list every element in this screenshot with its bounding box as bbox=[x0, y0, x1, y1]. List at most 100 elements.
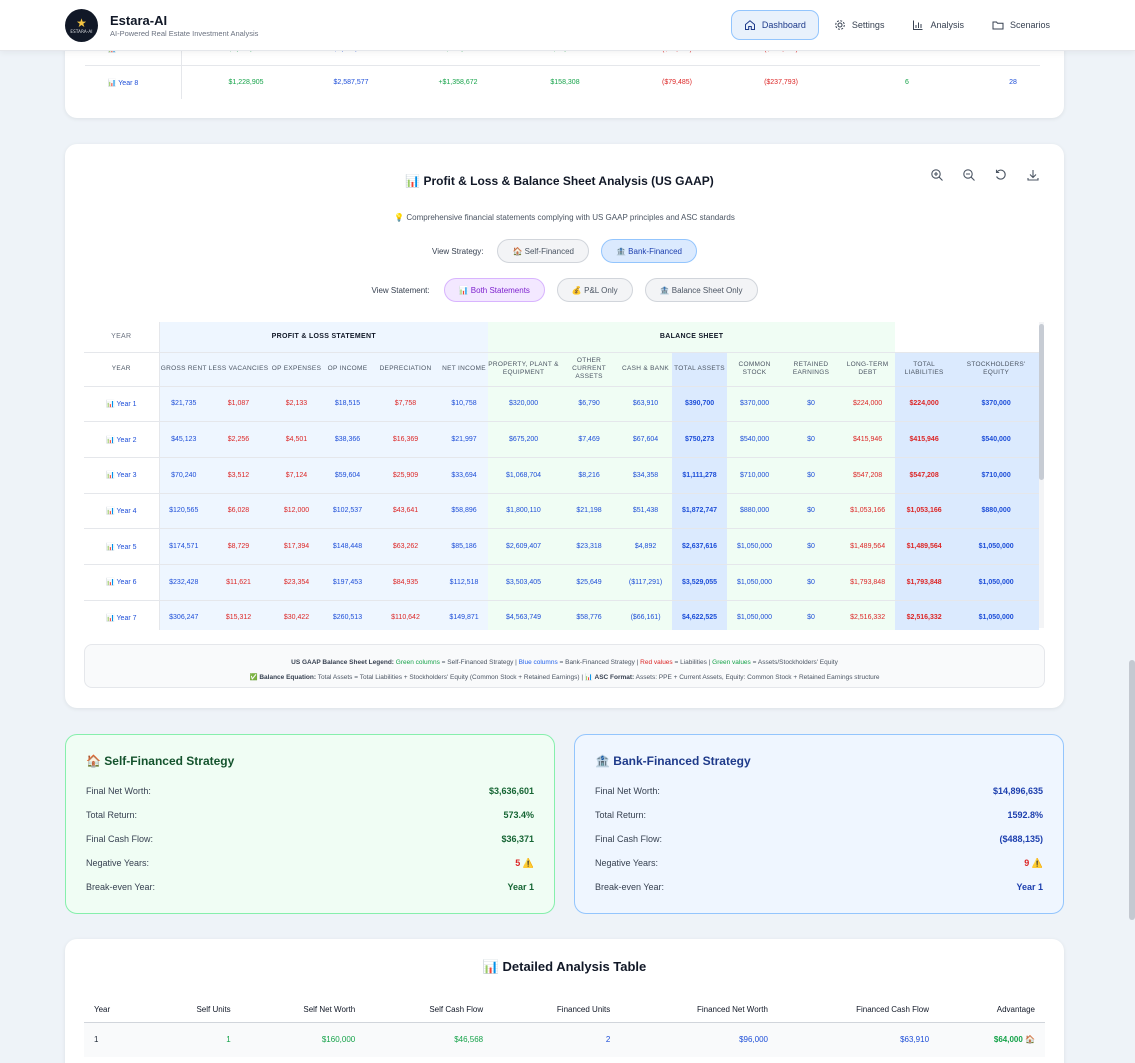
page-scrollbar[interactable] bbox=[1129, 660, 1135, 920]
summary-row: Total Return: 1592.8% bbox=[595, 803, 1043, 827]
value-cell: $232,428 bbox=[159, 564, 208, 601]
column-header[interactable]: Year bbox=[84, 998, 147, 1022]
column-header[interactable]: Advantage bbox=[939, 998, 1045, 1022]
view-strategy-label: View Strategy: bbox=[432, 246, 484, 256]
self-financed-toggle[interactable]: 🏠 Self-Financed bbox=[497, 239, 589, 263]
download-icon[interactable] bbox=[1026, 168, 1040, 182]
table-row: 📊 Year 7 $306,247 $15,312 $30,422 $260,513 $1… bbox=[84, 600, 1040, 630]
year-cell[interactable]: 📊 Year 4 bbox=[84, 493, 160, 530]
column-header[interactable]: Self Cash Flow bbox=[365, 998, 493, 1022]
nav-analysis[interactable]: Analysis bbox=[899, 10, 977, 40]
table-scrollbar-thumb[interactable] bbox=[1039, 324, 1044, 480]
year-cell[interactable]: 📊 Year 5 bbox=[84, 528, 160, 565]
value-cell: $63,910 bbox=[619, 386, 673, 423]
value-cell: $1,793,848 bbox=[895, 564, 954, 601]
nav-dashboard-label: Dashboard bbox=[761, 20, 806, 30]
value-cell: $6,790 bbox=[559, 386, 620, 423]
value-cell: $415,946 bbox=[895, 421, 954, 458]
column-header[interactable]: STOCKHOLDERS' EQUITY bbox=[953, 352, 1040, 387]
value-cell: $370,000 bbox=[727, 386, 783, 423]
summary-row: Total Return: 573.4% bbox=[86, 803, 534, 827]
year-cell[interactable]: 📊 Year 1 bbox=[84, 386, 160, 423]
summary-value: Year 1 bbox=[507, 882, 534, 892]
column-header[interactable]: Self Net Worth bbox=[241, 998, 366, 1022]
summary-label: Final Cash Flow: bbox=[595, 834, 663, 844]
value-cell: $540,000 bbox=[953, 421, 1040, 458]
summary-row: Negative Years: 5 ⚠️ bbox=[86, 851, 534, 875]
zoom-in-icon[interactable] bbox=[930, 168, 944, 182]
year-cell[interactable]: 📊 Year 2 bbox=[84, 421, 160, 458]
legend-line-2: ✅ Balance Equation: Total Assets = Total… bbox=[85, 670, 1044, 685]
column-header[interactable]: OP EXPENSES bbox=[269, 352, 324, 387]
value-cell: $110,642 bbox=[371, 600, 440, 630]
value-cell: $158,308 bbox=[550, 79, 580, 86]
column-header[interactable]: OP INCOME bbox=[324, 352, 371, 387]
both-statements-toggle[interactable]: 📊 Both Statements bbox=[443, 278, 545, 302]
detailed-analysis-table: Year Self Units Self Net Worth Self Cash Fl… bbox=[84, 998, 1045, 1057]
year-cell[interactable]: 📊 Year 8 bbox=[85, 79, 161, 87]
nav-settings[interactable]: Settings bbox=[821, 10, 898, 40]
value-cell: $880,000 bbox=[727, 493, 783, 530]
table-scrollbar[interactable] bbox=[1039, 322, 1044, 628]
summary-label: Final Net Worth: bbox=[86, 786, 151, 796]
column-header[interactable]: PROPERTY, PLANT & EQUIPMENT bbox=[488, 352, 560, 387]
gear-icon bbox=[835, 20, 845, 30]
value-cell: ($117,291) bbox=[619, 564, 673, 601]
legend-blue-columns-desc: = Bank-Financed Strategy | bbox=[557, 659, 641, 666]
nav-scenarios[interactable]: Scenarios bbox=[979, 10, 1063, 40]
value-cell: $21,198 bbox=[559, 493, 620, 530]
gaap-legend: US GAAP Balance Sheet Legend: Green colu… bbox=[84, 644, 1045, 688]
table-row: 📊 Year 4 $120,565 $6,028 $12,000 $102,537 $43… bbox=[84, 493, 1040, 530]
value-cell: $64,000 🏠 bbox=[993, 1035, 1035, 1045]
bank-financed-toggle[interactable]: 🏦 Bank-Financed bbox=[600, 239, 697, 263]
value-cell: $1,053,166 bbox=[895, 493, 954, 530]
estara-logo[interactable]: ★ ESTARA-AI bbox=[65, 9, 98, 42]
value-cell: $1,053,166 bbox=[840, 493, 896, 530]
value-cell: $2,516,332 bbox=[840, 600, 896, 630]
nav-dashboard[interactable]: Dashboard bbox=[730, 10, 819, 40]
column-header[interactable]: Financed Net Worth bbox=[620, 998, 778, 1022]
balance-sheet-only-toggle[interactable]: 🏦 Balance Sheet Only bbox=[644, 278, 758, 302]
value-cell: $46,568 bbox=[454, 1035, 484, 1045]
value-cell: $38,366 bbox=[324, 421, 371, 458]
year-cell[interactable]: 📊 Year 3 bbox=[84, 457, 160, 494]
value-cell: $1,489,564 bbox=[895, 528, 954, 565]
column-header[interactable]: RETAINED EARNINGS bbox=[782, 352, 841, 387]
value-cell: $224,000 bbox=[840, 386, 896, 423]
column-header[interactable]: GROSS RENT bbox=[159, 352, 208, 387]
pl-only-toggle[interactable]: 💰 P&L Only bbox=[556, 278, 633, 302]
value-cell: 28 bbox=[1009, 79, 1017, 86]
value-cell: $8,729 bbox=[208, 528, 269, 565]
summary-row: Final Net Worth: $14,896,635 bbox=[595, 779, 1043, 803]
top-navbar: ★ ESTARA-AI Estara-AI AI-Powered Real Es… bbox=[0, 0, 1135, 51]
column-header[interactable]: OTHER CURRENT ASSETS bbox=[559, 352, 620, 387]
column-header[interactable]: LONG-TERM DEBT bbox=[840, 352, 896, 387]
group-header-balance-sheet: BALANCE SHEET bbox=[488, 322, 896, 353]
value-cell: $7,469 bbox=[559, 421, 620, 458]
value-cell: $17,394 bbox=[269, 528, 324, 565]
year-cell[interactable]: 📊 Year 6 bbox=[84, 564, 160, 601]
column-header[interactable]: TOTAL ASSETS bbox=[672, 352, 728, 387]
value-cell: $4,501 bbox=[269, 421, 324, 458]
value-cell: $85,186 bbox=[440, 528, 489, 565]
column-header[interactable]: CASH & BANK bbox=[619, 352, 673, 387]
column-header[interactable]: Financed Cash Flow bbox=[778, 998, 939, 1022]
value-cell: $59,604 bbox=[324, 457, 371, 494]
column-header[interactable]: DEPRECIATION bbox=[371, 352, 440, 387]
column-header[interactable]: COMMON STOCK bbox=[727, 352, 783, 387]
value-cell: 2 bbox=[605, 1035, 611, 1045]
reset-icon[interactable] bbox=[994, 168, 1008, 182]
value-cell: $0 bbox=[782, 493, 841, 530]
legend-red-values-desc: = Liabilities | bbox=[672, 659, 713, 666]
year-cell[interactable]: 📊 Year 7 bbox=[84, 600, 160, 630]
zoom-out-icon[interactable] bbox=[962, 168, 976, 182]
financial-statement-table[interactable]: YEAR PROFIT & LOSS STATEMENT BALANCE SHE… bbox=[84, 322, 1044, 630]
column-header[interactable]: NET INCOME bbox=[440, 352, 489, 387]
column-header[interactable]: LESS VACANCIES bbox=[208, 352, 269, 387]
column-header[interactable]: Self Units bbox=[147, 998, 241, 1022]
pl-title: 📊 Profit & Loss & Balance Sheet Analysis… bbox=[405, 174, 714, 188]
column-header[interactable]: Financed Units bbox=[493, 998, 620, 1022]
column-header[interactable]: TOTAL LIABILITIES bbox=[895, 352, 954, 387]
summary-value: 1592.8% bbox=[1007, 810, 1043, 820]
legend-asc-title: 📊 ASC Format: bbox=[584, 674, 635, 681]
